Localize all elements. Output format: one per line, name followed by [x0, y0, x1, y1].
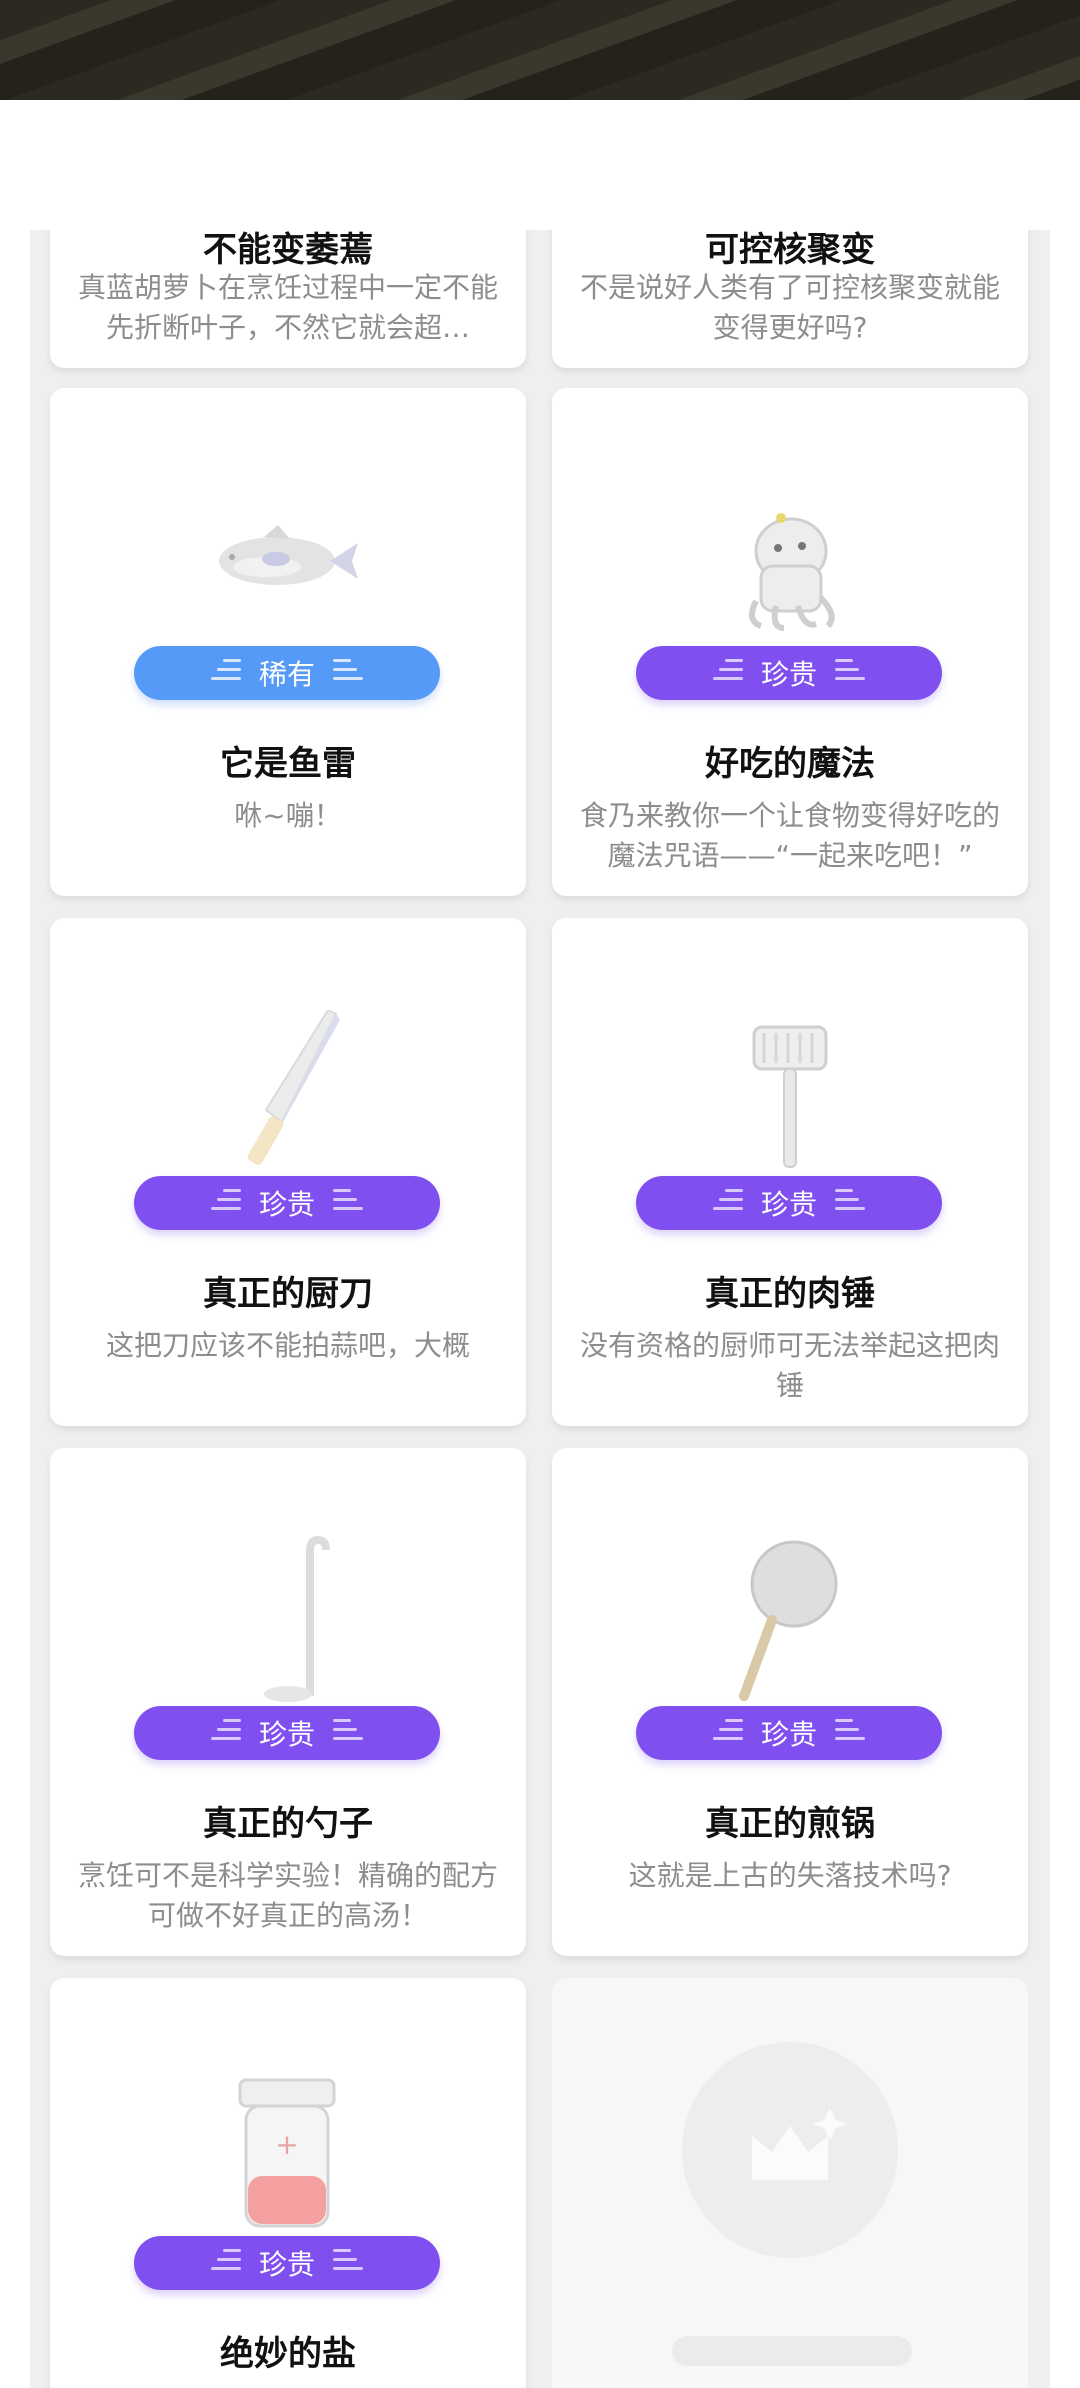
card-description: 不是说好人类有了可控核聚变就能变得更好吗? [579, 271, 1000, 344]
card-description: 这把刀应该不能拍蒜吧，大概 [105, 1329, 470, 1362]
collection-grid[interactable]: 不能变萎蔫 真蓝胡萝卜在烹饪过程中一定不能先折断叶子，不然它就会超… 可控核聚变… [30, 230, 1050, 2388]
card-title: 绝妙的盐 [220, 2334, 356, 2374]
collection-card[interactable]: 珍贵 真正的肉锤 没有资格的厨师可无法举起这把肉锤 [552, 918, 1028, 1426]
badge-decoration-right [329, 655, 365, 692]
rarity-label: 稀有 [258, 658, 315, 691]
card-description: 真蓝胡萝卜在烹饪过程中一定不能先折断叶子，不然它就会超… [77, 271, 498, 344]
rarity-label: 珍贵 [760, 1188, 817, 1221]
ladle-icon [264, 1536, 330, 1702]
knife-icon [247, 1010, 340, 1166]
rarity-badge: 稀有 [134, 646, 440, 700]
badge-decoration-left [209, 1715, 245, 1752]
rarity-badge: 珍贵 [636, 1706, 942, 1760]
badge-decoration-right [831, 1715, 867, 1752]
collection-card[interactable]: 不能变萎蔫 真蓝胡萝卜在烹饪过程中一定不能先折断叶子，不然它就会超… [50, 230, 526, 368]
card-title: 真正的肉锤 [705, 1274, 875, 1314]
locked-card-placeholder [552, 1978, 1028, 2388]
collection-card[interactable]: 珍贵 真正的煎锅 这就是上古的失落技术吗? [552, 1448, 1028, 1956]
rarity-badge: 珍贵 [636, 1176, 942, 1230]
badge-decoration-left [711, 655, 747, 692]
collection-card[interactable]: 珍贵 真正的厨刀 这把刀应该不能拍蒜吧，大概 [50, 918, 526, 1426]
rarity-badge: 珍贵 [134, 1706, 440, 1760]
rarity-badge: 珍贵 [636, 646, 942, 700]
rarity-badge: 珍贵 [134, 2236, 440, 2290]
svg-text:+: + [275, 2128, 298, 2161]
badge-decoration-right [329, 1715, 365, 1752]
card-description: 咻~嘣！ [234, 799, 342, 832]
salt-jar-icon: + [238, 2078, 336, 2228]
badge-decoration-right [831, 1185, 867, 1222]
badge-decoration-left [209, 1185, 245, 1222]
locked-crown-icon [682, 2042, 898, 2258]
card-title: 不能变萎蔫 [203, 230, 373, 270]
card-description: 这就是上古的失落技术吗? [628, 1859, 952, 1892]
badge-decoration-left [209, 2245, 245, 2282]
rarity-label: 珍贵 [258, 2248, 315, 2281]
placeholder-title-bar [672, 2336, 912, 2366]
card-title: 真正的厨刀 [203, 1274, 373, 1314]
collection-card[interactable]: 珍贵 好吃的魔法 食乃来教你一个让食物变得好吃的魔法咒语——“一起来吃吧！” [552, 388, 1028, 896]
card-description: 烹饪可不是科学实验！精确的配方可做不好真正的高汤！ [77, 1859, 498, 1932]
card-title: 可控核聚变 [705, 230, 875, 270]
card-description: 食乃来教你一个让食物变得好吃的魔法咒语——“一起来吃吧！” [579, 799, 1000, 872]
rarity-label: 珍贵 [258, 1188, 315, 1221]
badge-decoration-left [209, 655, 245, 692]
collection-card[interactable]: + 珍贵 绝妙的盐 [50, 1978, 526, 2388]
collection-card[interactable]: 稀有 它是鱼雷 咻~嘣！ [50, 388, 526, 896]
rarity-label: 珍贵 [760, 658, 817, 691]
badge-decoration-left [711, 1715, 747, 1752]
badge-decoration-right [831, 655, 867, 692]
rarity-label: 珍贵 [258, 1718, 315, 1751]
collection-card[interactable]: 可控核聚变 不是说好人类有了可控核聚变就能变得更好吗? [552, 230, 1028, 368]
card-title: 真正的煎锅 [705, 1804, 875, 1844]
badge-decoration-left [711, 1185, 747, 1222]
background-scene [0, 0, 1080, 100]
card-title: 真正的勺子 [203, 1804, 373, 1844]
ghost-monster-icon [749, 513, 835, 631]
rarity-badge: 珍贵 [134, 1176, 440, 1230]
collection-card[interactable]: 珍贵 真正的勺子 烹饪可不是科学实验！精确的配方可做不好真正的高汤！ [50, 1448, 526, 1956]
fish-icon [219, 525, 358, 585]
frying-pan-icon [739, 1540, 838, 1701]
badge-decoration-right [329, 1185, 365, 1222]
card-description: 没有资格的厨师可无法举起这把肉锤 [579, 1329, 1000, 1402]
card-title: 它是鱼雷 [220, 744, 356, 784]
rarity-label: 珍贵 [760, 1718, 817, 1751]
badge-decoration-right [329, 2245, 365, 2282]
meat-hammer-icon [752, 1025, 828, 1168]
card-title: 好吃的魔法 [705, 744, 875, 784]
